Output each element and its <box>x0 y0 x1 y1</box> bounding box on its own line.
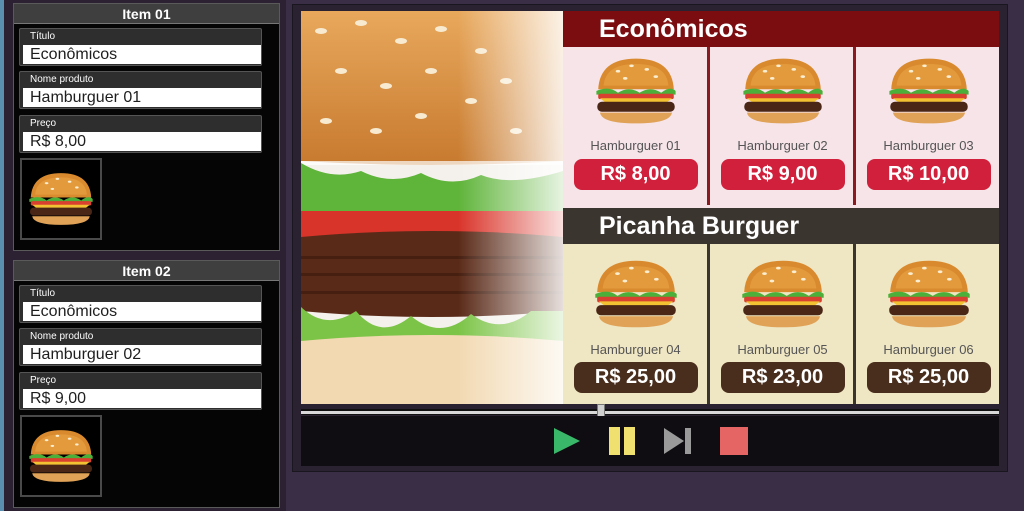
product-price: R$ 9,00 <box>720 159 845 190</box>
burger-image <box>879 55 979 127</box>
nome-produto-field: Nome produto Hamburguer 01 <box>19 71 262 109</box>
player-controls <box>301 416 999 466</box>
playback-progress[interactable] <box>301 404 999 420</box>
product-price: R$ 25,00 <box>573 362 698 393</box>
product-price: R$ 23,00 <box>720 362 845 393</box>
product-price: R$ 25,00 <box>866 362 991 393</box>
product-name: Hamburguer 05 <box>737 342 828 357</box>
nome-produto-input[interactable]: Hamburguer 02 <box>23 345 261 364</box>
preco-input[interactable]: R$ 8,00 <box>23 132 261 151</box>
titulo-input[interactable]: Econômicos <box>23 302 261 321</box>
pause-icon[interactable] <box>606 426 638 456</box>
burger-image <box>733 257 833 331</box>
product-name: Hamburguer 03 <box>883 138 974 153</box>
item-card-02: Item 02 Título Econômicos Nome produto H… <box>13 260 280 508</box>
stop-icon[interactable] <box>718 426 750 456</box>
product-card: Hamburguer 01 R$ 8,00 <box>563 55 708 190</box>
titulo-field: Título Econômicos <box>19 28 262 66</box>
progress-track[interactable] <box>301 411 999 414</box>
product-card: Hamburguer 03 R$ 10,00 <box>856 55 999 190</box>
titulo-field: Título Econômicos <box>19 285 262 323</box>
burger-image <box>733 55 833 127</box>
editor-panel: Item 01 Título Econômicos Nome produto H… <box>0 0 286 511</box>
preco-label: Preço <box>30 118 57 129</box>
burger-image <box>586 257 686 331</box>
nome-produto-field: Nome produto Hamburguer 02 <box>19 328 262 366</box>
section-title: Econômicos <box>563 11 999 47</box>
product-name: Hamburguer 01 <box>590 138 681 153</box>
product-name: Hamburguer 04 <box>590 342 681 357</box>
burger-image <box>586 55 686 127</box>
preco-label: Preço <box>30 375 57 386</box>
burger-hero-photo <box>301 11 563 404</box>
section-title: Picanha Burguer <box>563 208 999 244</box>
menu-board: Econômicos Picanha Burguer Hamburguer 01… <box>563 11 999 404</box>
product-price: R$ 8,00 <box>573 159 698 190</box>
product-card: Hamburguer 02 R$ 9,00 <box>710 55 855 190</box>
product-card: Hamburguer 06 R$ 25,00 <box>856 257 999 393</box>
nome-produto-label: Nome produto <box>30 74 94 85</box>
product-card: Hamburguer 04 R$ 25,00 <box>563 257 708 393</box>
product-name: Hamburguer 06 <box>883 342 974 357</box>
menu-preview-screen: Econômicos Picanha Burguer Hamburguer 01… <box>301 11 999 404</box>
product-image-thumb[interactable] <box>20 415 102 497</box>
burger-image <box>25 427 97 485</box>
item-card-01: Item 01 Título Econômicos Nome produto H… <box>13 3 280 251</box>
product-image-thumb[interactable] <box>20 158 102 240</box>
preco-field: Preço R$ 9,00 <box>19 372 262 410</box>
nome-produto-input[interactable]: Hamburguer 01 <box>23 88 261 107</box>
titulo-label: Título <box>30 31 56 42</box>
burger-image <box>25 170 97 228</box>
panel-edge <box>0 0 4 511</box>
skip-next-icon[interactable] <box>662 426 694 456</box>
preco-field: Preço R$ 8,00 <box>19 115 262 153</box>
titulo-input[interactable]: Econômicos <box>23 45 261 64</box>
product-price: R$ 10,00 <box>866 159 991 190</box>
product-name: Hamburguer 02 <box>737 138 828 153</box>
product-card: Hamburguer 05 R$ 23,00 <box>710 257 855 393</box>
nome-produto-label: Nome produto <box>30 331 94 342</box>
play-icon[interactable] <box>550 426 582 456</box>
titulo-label: Título <box>30 288 56 299</box>
burger-image <box>879 257 979 331</box>
preco-input[interactable]: R$ 9,00 <box>23 389 261 408</box>
item-header: Item 02 <box>14 261 279 281</box>
item-header: Item 01 <box>14 4 279 24</box>
